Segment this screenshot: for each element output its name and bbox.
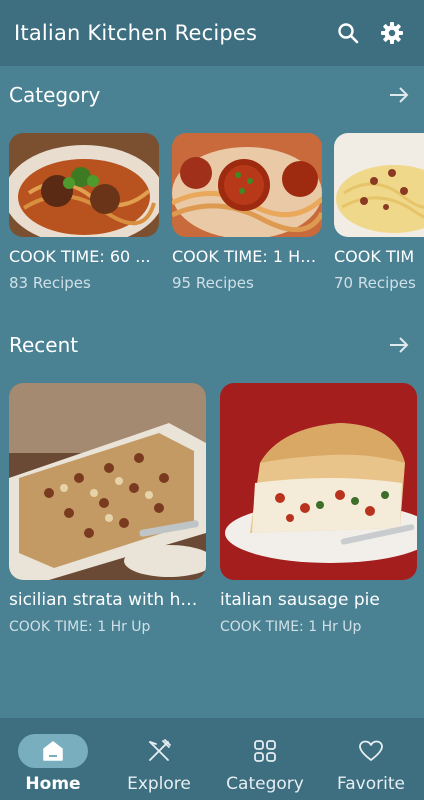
category-list: COOK TIME: 60 ... 83 Recipes COOK TIME: … [9,133,424,303]
nav-home-label: Home [25,774,81,794]
recent-title: Recent [9,333,79,357]
app-bar: Italian Kitchen Recipes [0,0,424,66]
category-header: Category [9,80,412,110]
category-count: 70 Recipes [334,274,416,292]
bottom-navigation: Home Explore Category Favorite [0,718,424,800]
recent-see-all-button[interactable] [386,332,412,358]
category-image [9,133,159,237]
heart-icon [359,740,383,761]
category-name: COOK TIME: 1 Hr ... [172,247,322,266]
recipe-name: italian sausage pie [220,590,380,610]
nav-home-pill [18,734,88,768]
recipe-image [9,383,206,580]
search-button[interactable] [330,15,366,51]
category-name: COOK TIME: 60 ... [9,247,151,266]
category-card[interactable]: COOK TIM 70 Recipes [334,133,424,292]
nav-favorite[interactable]: Favorite [318,718,424,800]
recipe-cook-time: COOK TIME: 1 Hr Up [9,619,151,635]
recent-header: Recent [9,330,412,360]
recent-recipe-card[interactable]: sicilian strata with ho... COOK TIME: 1 … [9,383,206,635]
nav-explore-pill [124,734,194,768]
category-count: 83 Recipes [9,274,91,292]
nav-explore-label: Explore [127,774,191,794]
utensils-icon [149,739,171,761]
category-count: 95 Recipes [172,274,254,292]
category-see-all-button[interactable] [386,82,412,108]
category-title: Category [9,83,101,107]
recent-recipe-card[interactable]: italian sausage pie COOK TIME: 1 Hr Up [220,383,417,635]
category-name: COOK TIM [334,247,415,266]
arrow-right-icon [390,87,409,103]
category-image [334,133,424,237]
arrow-right-icon [390,337,409,353]
nav-home[interactable]: Home [0,718,106,800]
grid-icon [254,740,276,762]
settings-button[interactable] [374,15,410,51]
category-card[interactable]: COOK TIME: 60 ... 83 Recipes [9,133,159,292]
recipe-name: sicilian strata with ho... [9,590,206,610]
recipe-image [220,383,417,580]
nav-favorite-label: Favorite [337,774,405,794]
nav-category-label: Category [226,774,304,794]
home-icon [43,741,63,761]
nav-explore[interactable]: Explore [106,718,212,800]
recipe-cook-time: COOK TIME: 1 Hr Up [220,619,362,635]
app-title: Italian Kitchen Recipes [14,21,258,45]
nav-favorite-pill [336,734,406,768]
category-card[interactable]: COOK TIME: 1 Hr ... 95 Recipes [172,133,322,292]
gear-icon [381,22,403,44]
nav-category-pill [230,734,300,768]
nav-category[interactable]: Category [212,718,318,800]
search-icon [338,23,359,44]
category-image [172,133,322,237]
